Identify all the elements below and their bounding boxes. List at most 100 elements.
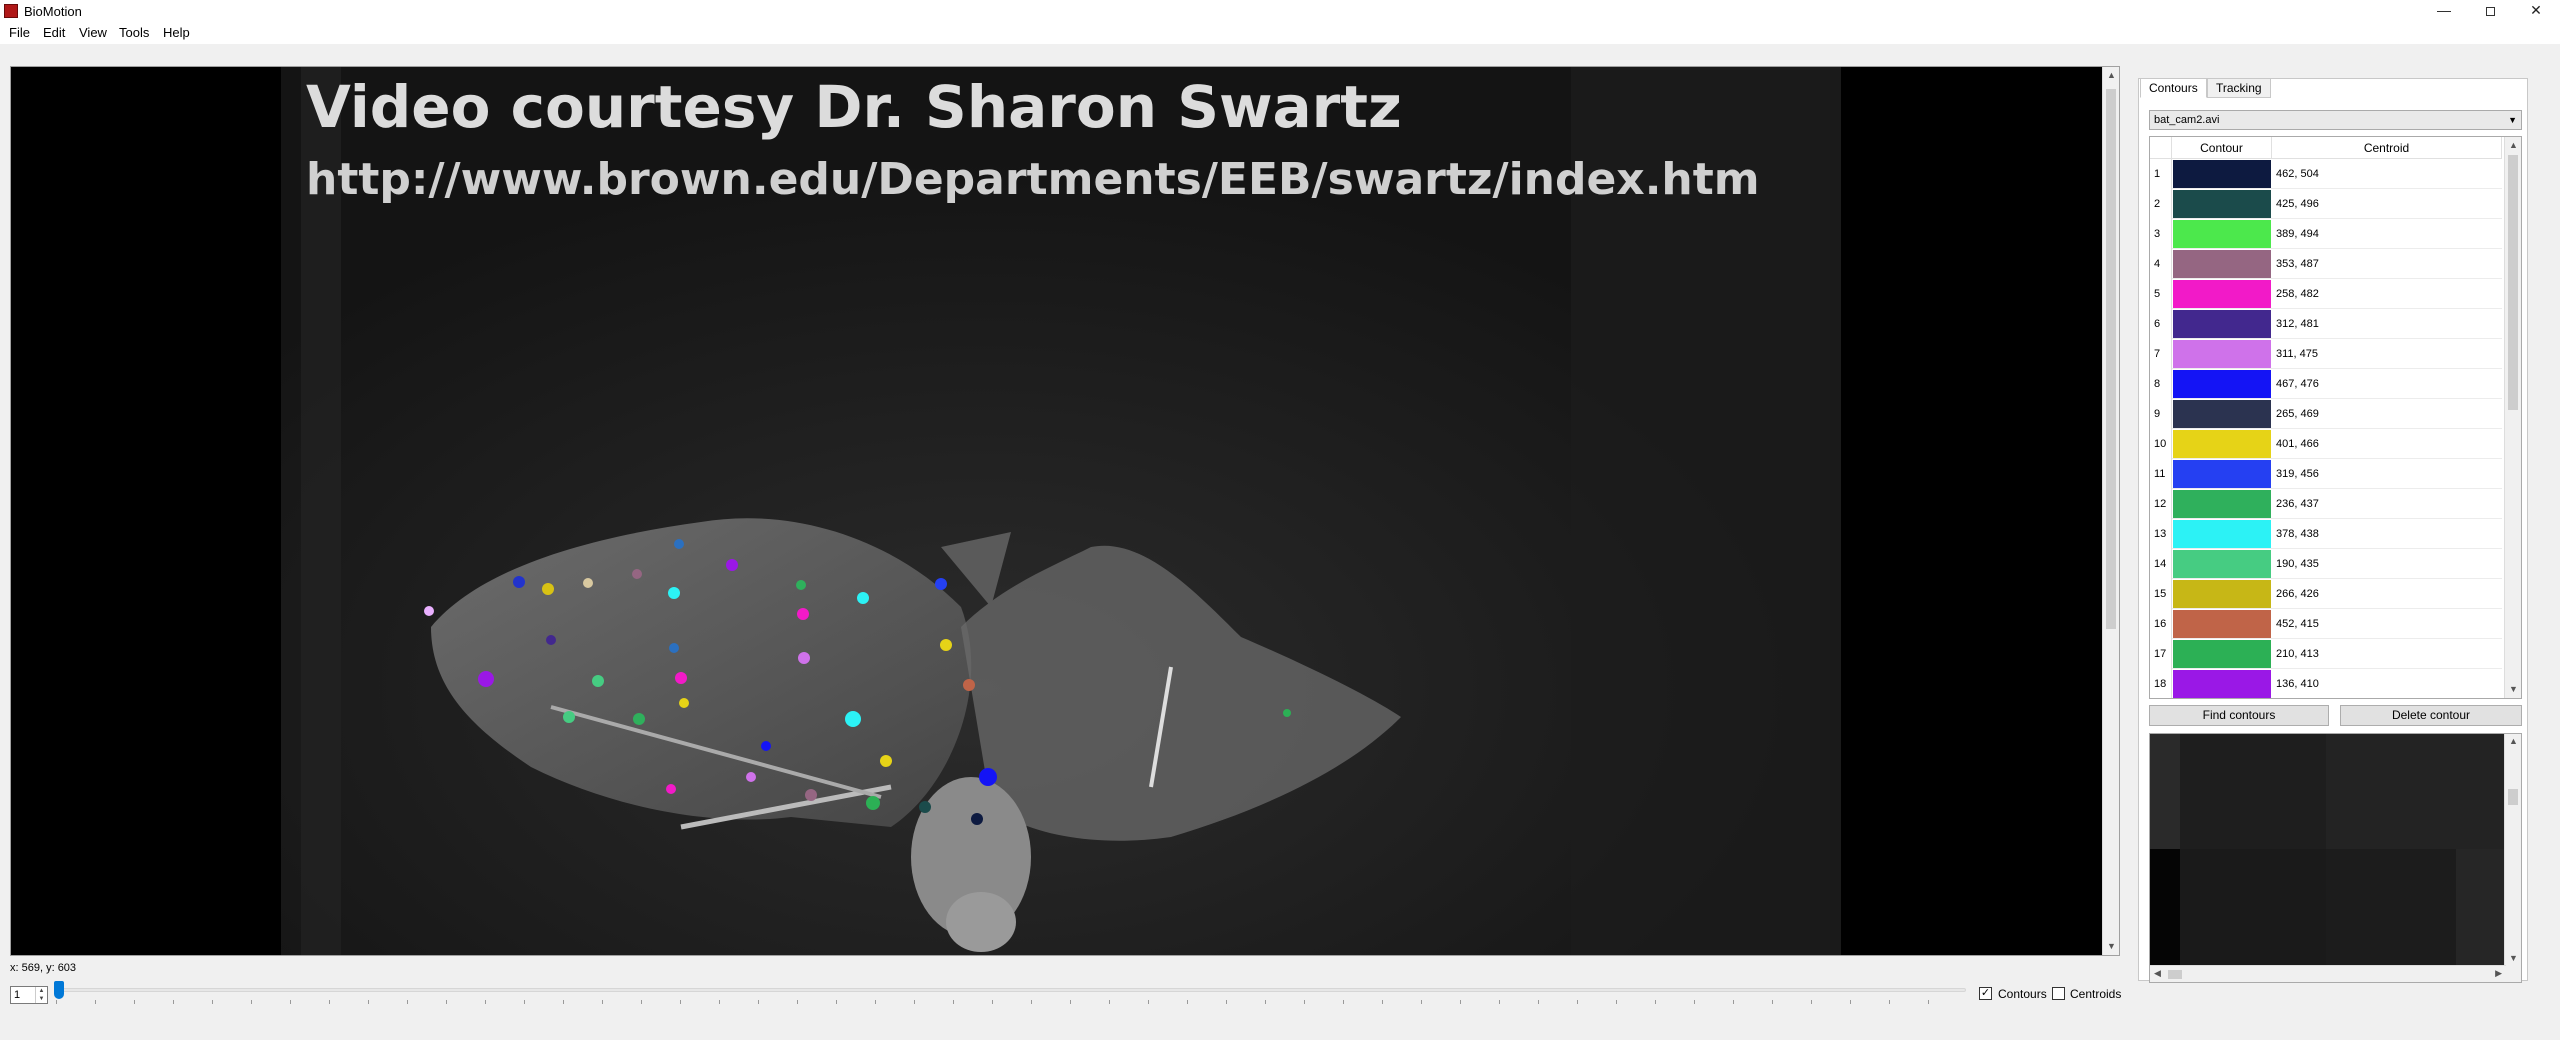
contour-color-swatch[interactable] [2173,640,2271,668]
centroids-checkbox[interactable] [2052,987,2065,1000]
table-row[interactable]: 6 312, 481 [2150,309,2502,339]
contour-color-swatch[interactable] [2173,520,2271,548]
delete-contour-button[interactable]: Delete contour [2340,705,2522,726]
maximize-button[interactable] [2467,0,2513,22]
contour-color-swatch[interactable] [2173,160,2271,188]
table-row[interactable]: 15 266, 426 [2150,579,2502,609]
table-row[interactable]: 12 236, 437 [2150,489,2502,519]
table-vertical-scrollbar[interactable]: ▲ ▼ [2504,137,2521,698]
table-row[interactable]: 3 389, 494 [2150,219,2502,249]
table-row[interactable]: 10 401, 466 [2150,429,2502,459]
row-number[interactable]: 5 [2150,279,2172,309]
frame-slider[interactable] [56,988,1966,992]
centroid-value: 378, 438 [2276,528,2319,540]
row-number[interactable]: 16 [2150,609,2172,639]
contour-color-swatch[interactable] [2173,220,2271,248]
zoom-preview[interactable]: ▲ ▼ ◀ ▶ [2149,733,2522,983]
preview-horizontal-scrollbar[interactable]: ◀ ▶ [2150,965,2506,982]
close-button[interactable]: ✕ [2513,0,2559,22]
table-row[interactable]: 8 467, 476 [2150,369,2502,399]
row-number[interactable]: 8 [2150,369,2172,399]
contour-color-swatch[interactable] [2173,250,2271,278]
row-number[interactable]: 14 [2150,549,2172,579]
table-row[interactable]: 5 258, 482 [2150,279,2502,309]
table-row[interactable]: 4 353, 487 [2150,249,2502,279]
row-number[interactable]: 7 [2150,339,2172,369]
menu-help[interactable]: Help [163,25,190,40]
row-number[interactable]: 6 [2150,309,2172,339]
video-frame-image[interactable]: Video courtesy Dr. Sharon Swartz http://… [11,67,2103,955]
scroll-up-icon[interactable]: ▲ [2509,736,2518,746]
scroll-thumb[interactable] [2508,789,2518,805]
tab-tracking[interactable]: Tracking [2207,78,2271,98]
minimize-button[interactable]: — [2421,0,2467,22]
table-row[interactable]: 7 311, 475 [2150,339,2502,369]
slider-tick [173,1000,174,1004]
row-number[interactable]: 13 [2150,519,2172,549]
contour-color-swatch[interactable] [2173,370,2271,398]
slider-tick [368,1000,369,1004]
menu-file[interactable]: File [9,25,30,40]
scroll-up-icon[interactable]: ▲ [2505,137,2521,154]
table-row[interactable]: 9 265, 469 [2150,399,2502,429]
scroll-down-icon[interactable]: ▼ [2505,681,2521,698]
menu-edit[interactable]: Edit [43,25,65,40]
contour-color-swatch[interactable] [2173,670,2271,698]
find-contours-button[interactable]: Find contours [2149,705,2329,726]
contour-color-swatch[interactable] [2173,400,2271,428]
scroll-down-icon[interactable]: ▼ [2103,938,2119,955]
table-row[interactable]: 11 319, 456 [2150,459,2502,489]
slider-tick [992,1000,993,1004]
scroll-thumb[interactable] [2168,970,2182,979]
table-row[interactable]: 18 136, 410 [2150,669,2502,698]
frame-slider-handle[interactable] [54,981,64,999]
menu-tools[interactable]: Tools [119,25,149,40]
video-vertical-scrollbar[interactable]: ▲ ▼ [2102,67,2119,955]
table-row[interactable]: 17 210, 413 [2150,639,2502,669]
table-row[interactable]: 1 462, 504 [2150,159,2502,189]
column-header-centroid[interactable]: Centroid [2272,137,2502,159]
menu-view[interactable]: View [79,25,107,40]
scroll-left-icon[interactable]: ◀ [2154,968,2161,979]
contour-color-swatch[interactable] [2173,190,2271,218]
row-number[interactable]: 3 [2150,219,2172,249]
contour-color-swatch[interactable] [2173,580,2271,608]
spin-arrows-icon[interactable]: ▲ ▼ [35,987,47,1003]
row-number[interactable]: 17 [2150,639,2172,669]
row-number[interactable]: 1 [2150,159,2172,189]
row-number[interactable]: 2 [2150,189,2172,219]
preview-vertical-scrollbar[interactable]: ▲ ▼ [2504,734,2521,965]
row-number[interactable]: 4 [2150,249,2172,279]
row-number[interactable]: 11 [2150,459,2172,489]
scroll-up-icon[interactable]: ▲ [2103,67,2119,84]
scroll-thumb[interactable] [2508,155,2518,410]
scroll-right-icon[interactable]: ▶ [2495,968,2502,979]
contour-color-swatch[interactable] [2173,610,2271,638]
slider-tick [1850,1000,1851,1004]
row-number[interactable]: 10 [2150,429,2172,459]
video-view[interactable]: Video courtesy Dr. Sharon Swartz http://… [10,66,2120,956]
contour-color-swatch[interactable] [2173,460,2271,488]
scroll-thumb[interactable] [2106,89,2116,629]
column-header-contour[interactable]: Contour [2172,137,2272,159]
contour-color-swatch[interactable] [2173,490,2271,518]
table-row[interactable]: 2 425, 496 [2150,189,2502,219]
table-row[interactable]: 13 378, 438 [2150,519,2502,549]
contour-color-swatch[interactable] [2173,340,2271,368]
contour-color-swatch[interactable] [2173,310,2271,338]
contour-color-swatch[interactable] [2173,550,2271,578]
table-row[interactable]: 16 452, 415 [2150,609,2502,639]
frame-spinbox[interactable]: 1 ▲ ▼ [10,986,48,1004]
row-number[interactable]: 9 [2150,399,2172,429]
tab-contours[interactable]: Contours [2140,78,2207,98]
contour-color-swatch[interactable] [2173,430,2271,458]
row-number[interactable]: 15 [2150,579,2172,609]
row-number[interactable]: 18 [2150,669,2172,698]
table-row[interactable]: 14 190, 435 [2150,549,2502,579]
contour-color-swatch[interactable] [2173,280,2271,308]
slider-tick [797,1000,798,1004]
file-select[interactable]: bat_cam2.avi ▼ [2149,110,2522,130]
contours-checkbox[interactable]: ✓ [1979,987,1992,1000]
row-number[interactable]: 12 [2150,489,2172,519]
scroll-down-icon[interactable]: ▼ [2509,953,2518,963]
